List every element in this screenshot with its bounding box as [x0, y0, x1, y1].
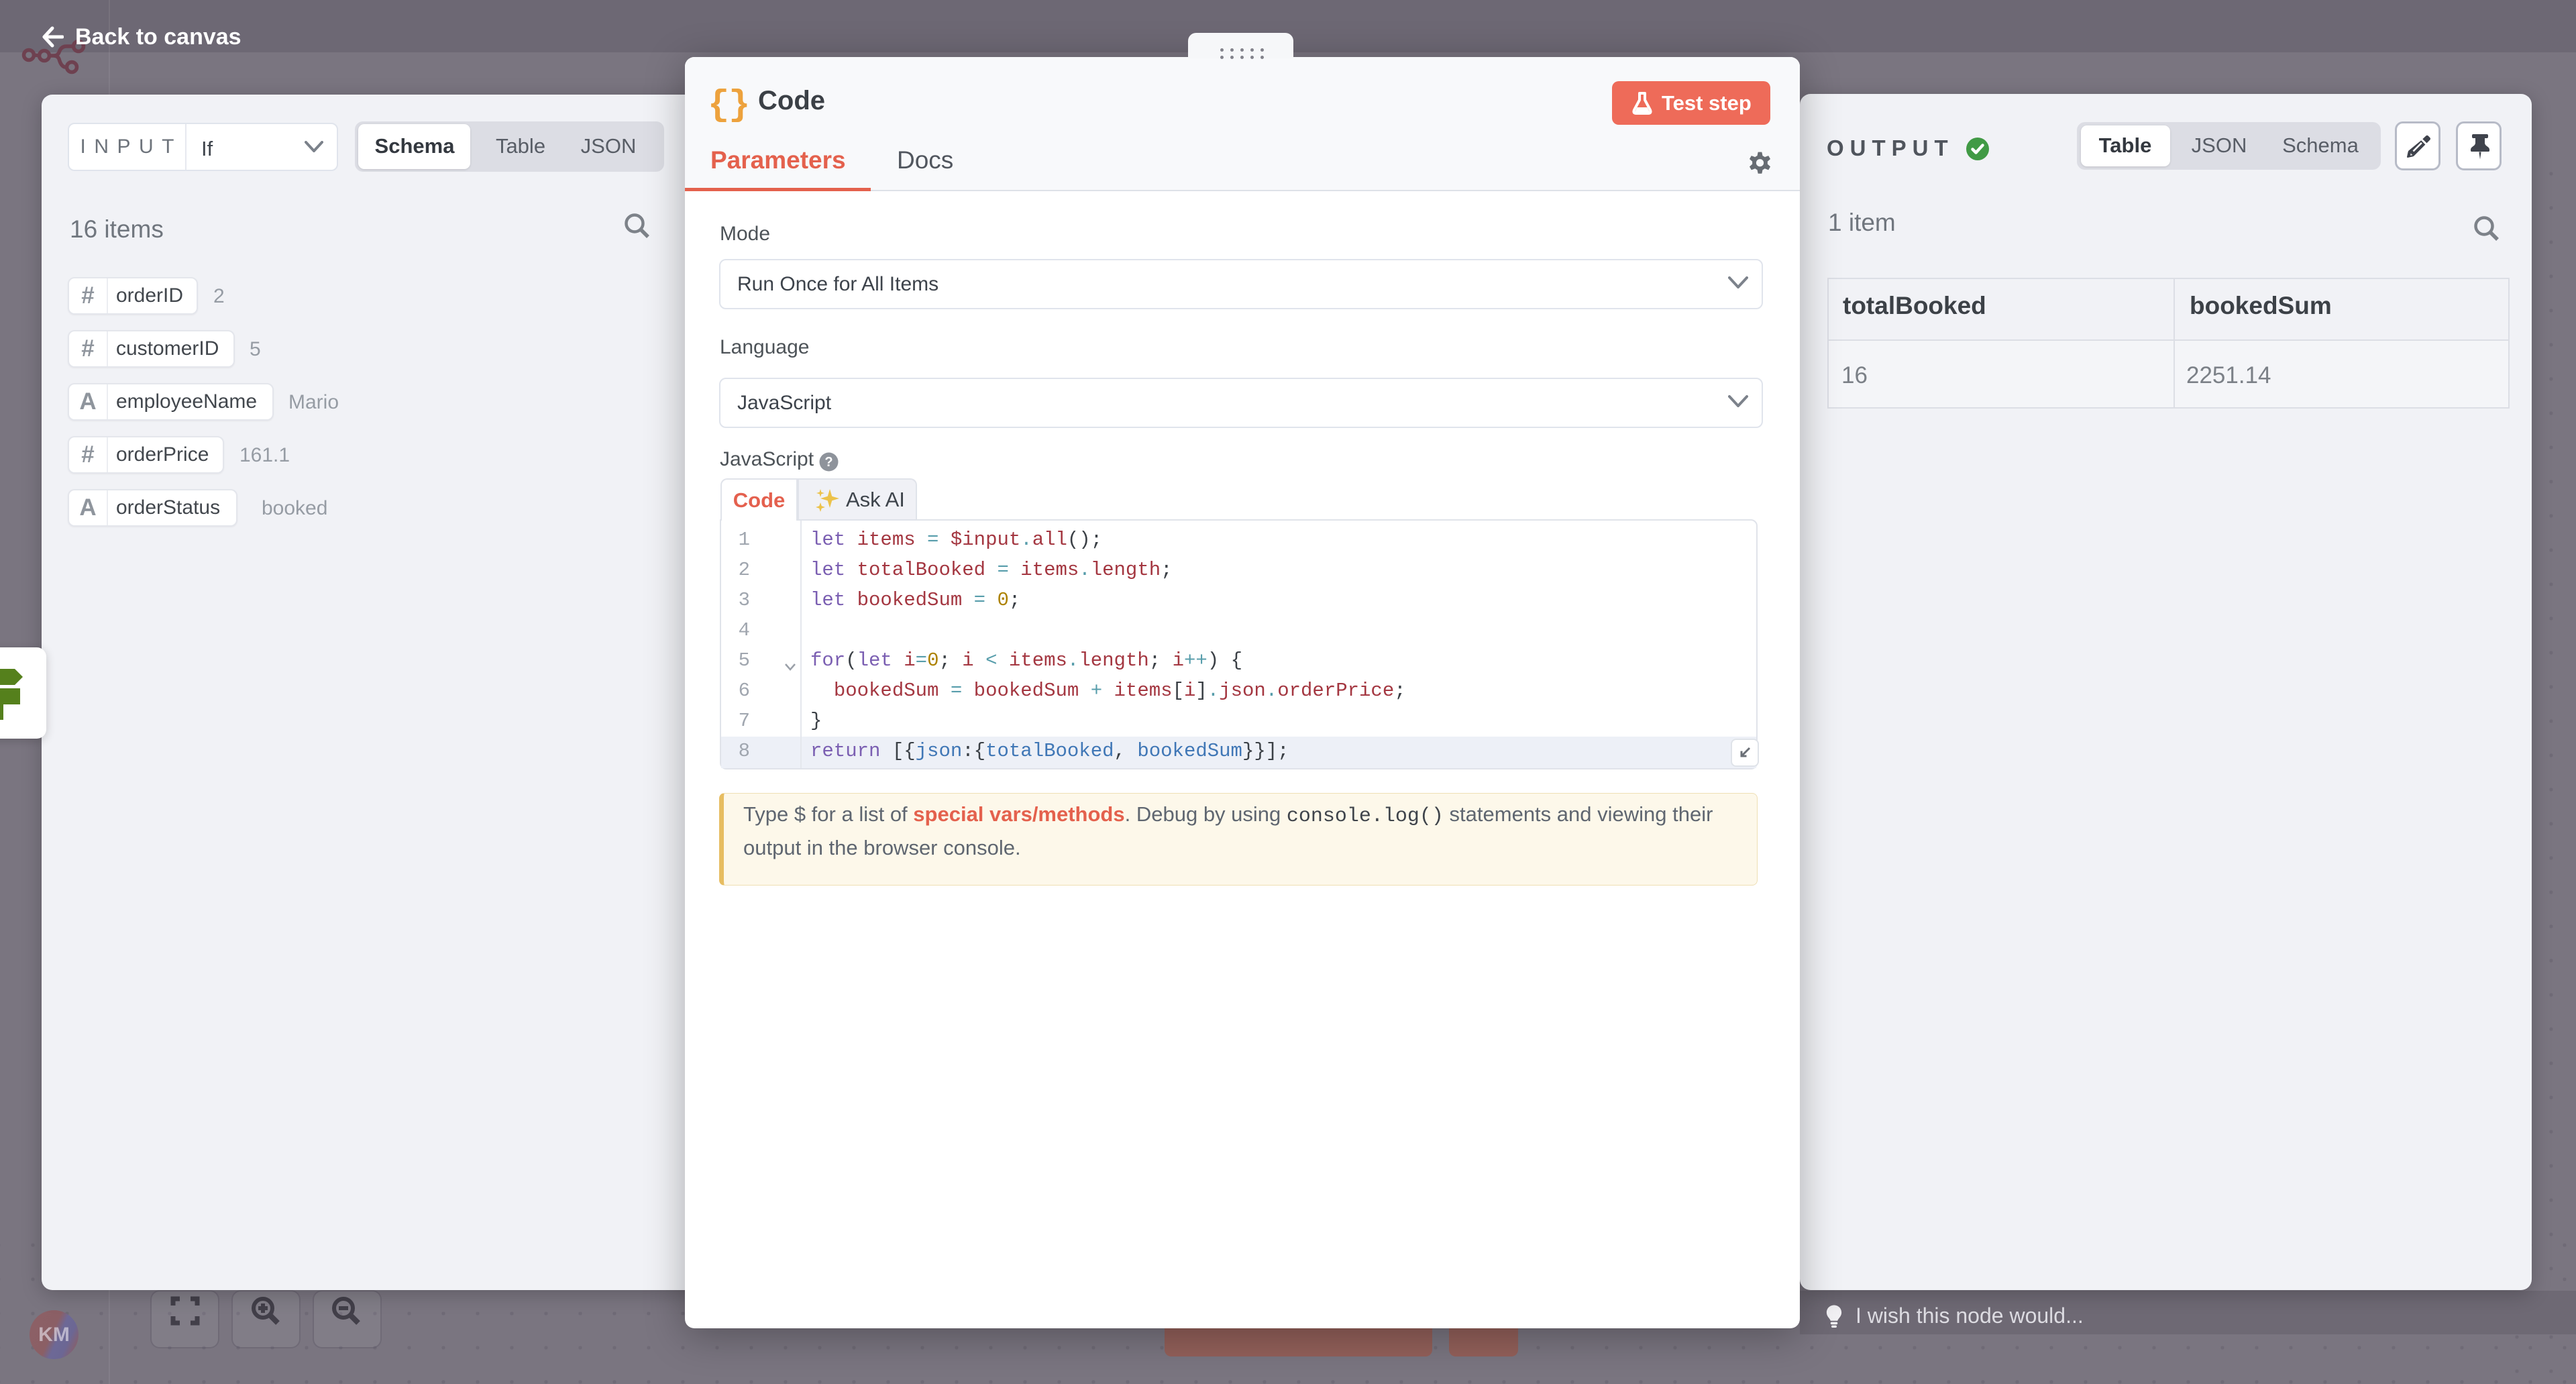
svg-text:?: ?: [824, 455, 833, 470]
